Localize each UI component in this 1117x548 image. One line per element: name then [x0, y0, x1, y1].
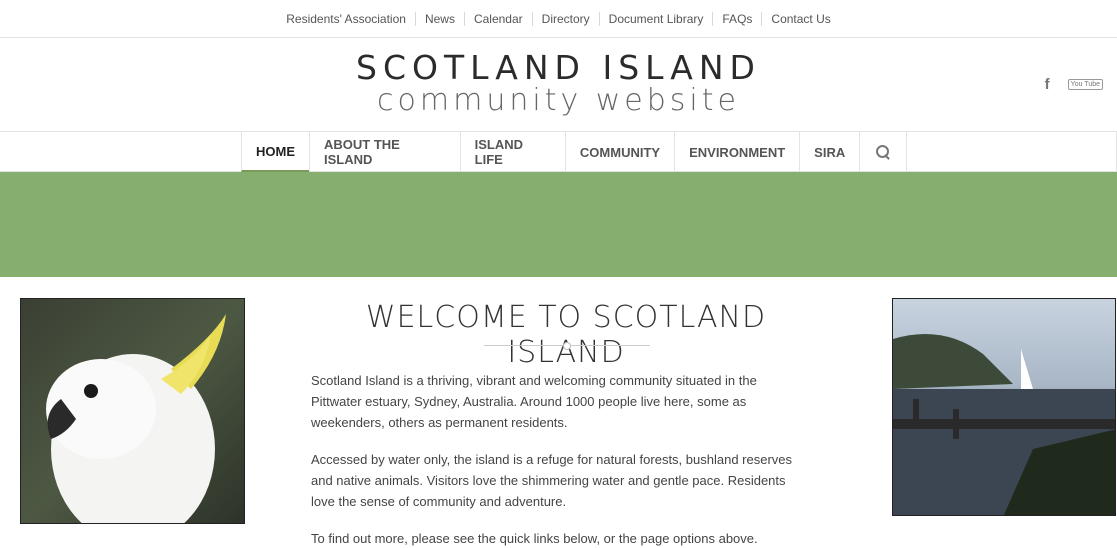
social-links: f You Tube: [1045, 76, 1103, 93]
pittwater-sailboat-photo: [892, 298, 1116, 516]
intro-paragraph-3: To find out more, please see the quick l…: [311, 531, 758, 546]
cockatoo-photo: [20, 298, 245, 524]
search-icon: [876, 145, 890, 159]
utility-link-directory[interactable]: Directory: [531, 11, 599, 26]
site-header: SCOTLAND ISLAND community website f You …: [0, 38, 1117, 132]
utility-link-residents-association[interactable]: Residents' Association: [277, 12, 415, 26]
nav-item-environment[interactable]: ENVIRONMENT: [674, 132, 799, 172]
title-divider: [484, 342, 650, 350]
utility-link-contact-us[interactable]: Contact Us: [761, 11, 839, 26]
waterfront-illustration: [893, 334, 1115, 515]
nav-item-community[interactable]: COMMUNITY: [564, 132, 674, 172]
utility-link-news[interactable]: News: [414, 11, 464, 26]
nav-search-button[interactable]: [859, 132, 906, 172]
divider-dot: [563, 342, 571, 350]
nav-item-sira[interactable]: SIRA: [799, 132, 859, 172]
main-menu: HOME ABOUT THE ISLAND ISLAND LIFE COMMUN…: [241, 132, 1117, 172]
nav-spacer: [906, 132, 1117, 172]
facebook-icon[interactable]: f: [1045, 76, 1050, 93]
nav-item-home[interactable]: HOME: [241, 132, 309, 172]
utility-link-calendar[interactable]: Calendar: [463, 11, 532, 26]
intro-paragraph-1: Scotland Island is a thriving, vibrant a…: [311, 373, 757, 430]
hero-banner: [0, 172, 1117, 277]
intro-paragraph-2: Accessed by water only, the island is a …: [311, 452, 793, 509]
utility-link-faqs[interactable]: FAQs: [712, 11, 761, 26]
site-logo-title[interactable]: SCOTLAND ISLAND: [0, 48, 1117, 87]
youtube-icon[interactable]: You Tube: [1067, 79, 1103, 90]
cockatoo-illustration: [46, 314, 226, 523]
nav-item-island-life[interactable]: ISLAND LIFE: [459, 132, 565, 172]
top-utility-bar: Residents' Association News Calendar Dir…: [0, 0, 1117, 38]
site-logo-subtitle[interactable]: community website: [0, 83, 1117, 118]
utility-menu: Residents' Association News Calendar Dir…: [277, 11, 840, 26]
page-title: WELCOME TO SCOTLAND ISLAND: [365, 300, 767, 370]
utility-link-document-library[interactable]: Document Library: [598, 11, 713, 26]
nav-item-about-the-island[interactable]: ABOUT THE ISLAND: [309, 132, 460, 172]
main-navigation: HOME ABOUT THE ISLAND ISLAND LIFE COMMUN…: [0, 132, 1117, 172]
